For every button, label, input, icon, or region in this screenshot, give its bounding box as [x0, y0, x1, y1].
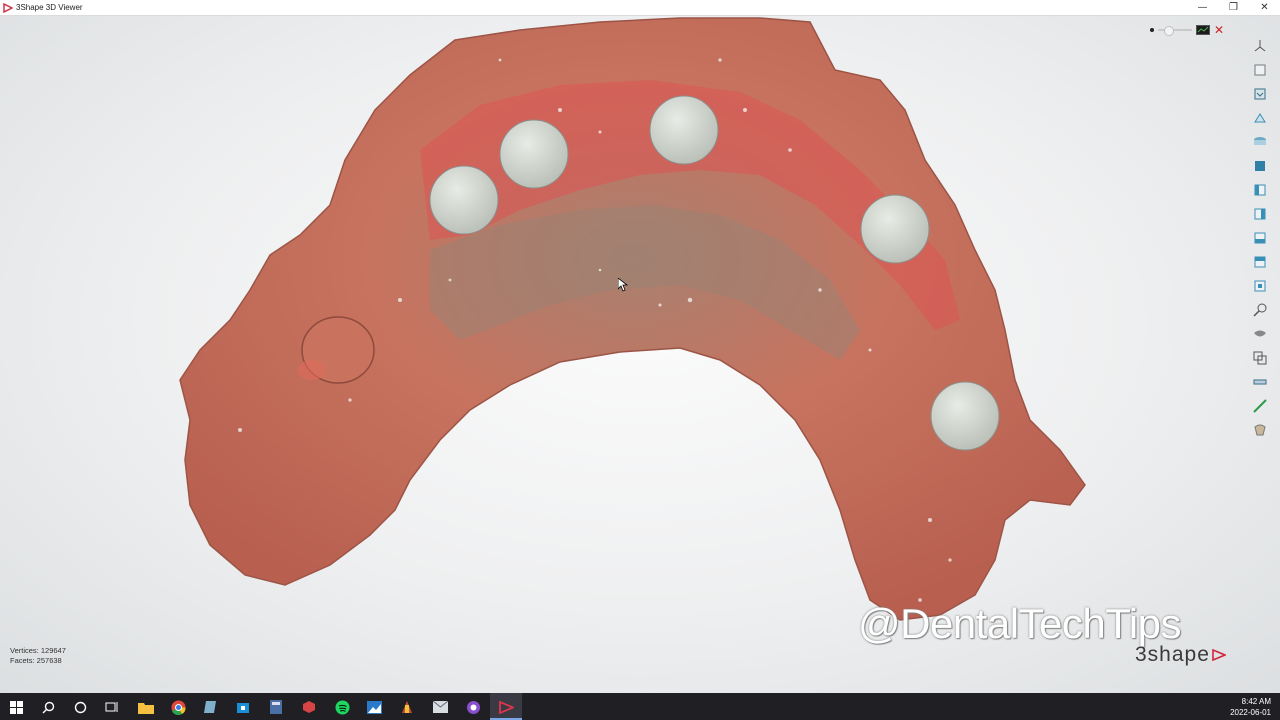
app-cube-icon[interactable] — [299, 697, 319, 717]
spotify-icon[interactable] — [332, 697, 352, 717]
shading-icon[interactable] — [1250, 324, 1270, 344]
brand-logo: 3shape — [1135, 643, 1226, 667]
view-front-icon[interactable] — [1250, 60, 1270, 80]
view-box-2-icon[interactable] — [1250, 276, 1270, 296]
file-explorer-icon[interactable] — [136, 697, 156, 717]
dental-arch-model[interactable] — [0, 16, 1280, 693]
cortana-icon[interactable] — [70, 697, 90, 717]
scan-body-2[interactable] — [499, 119, 569, 189]
screenshot-icon[interactable] — [1196, 25, 1210, 35]
mesh-stats: Vertices: 129647 Facets: 257638 — [10, 646, 66, 666]
texture-icon[interactable] — [1250, 420, 1270, 440]
zoom-search-icon[interactable] — [1250, 300, 1270, 320]
notes-icon[interactable] — [200, 697, 220, 717]
3shape-logo-icon — [3, 2, 13, 13]
calculator-icon[interactable] — [266, 697, 286, 717]
facets-count: Facets: 257638 — [10, 656, 62, 665]
mail-icon[interactable] — [430, 697, 450, 717]
light-dot-icon — [1150, 28, 1154, 32]
title-bar: 3Shape 3D Viewer — ❐ ✕ — [0, 0, 1280, 16]
taskbar-clock[interactable]: 8:42 AM 2022-06-01 — [1230, 696, 1271, 718]
lighting-slider[interactable] — [1158, 26, 1192, 36]
photos-icon[interactable] — [364, 697, 384, 717]
vertices-count: Vertices: 129647 — [10, 646, 66, 655]
scan-body-5[interactable] — [930, 381, 1000, 451]
chrome-icon[interactable] — [168, 697, 188, 717]
viewer-top-controls: ✕ — [1150, 24, 1224, 36]
scan-body-4[interactable] — [860, 194, 930, 264]
view-box-alt-icon[interactable] — [1250, 252, 1270, 272]
view-back-icon[interactable] — [1250, 84, 1270, 104]
view-right-icon[interactable] — [1250, 180, 1270, 200]
minimize-button[interactable]: — — [1187, 0, 1218, 15]
task-view-icon[interactable] — [102, 697, 122, 717]
view-top-icon[interactable] — [1250, 108, 1270, 128]
socket-shadow — [298, 360, 326, 380]
clock-time: 8:42 AM — [1241, 697, 1271, 706]
channel-watermark: @DentalTechTips — [858, 600, 1182, 647]
store-icon[interactable] — [233, 697, 253, 717]
view-box-icon[interactable] — [1250, 228, 1270, 248]
3shape-triangle-icon — [1212, 649, 1226, 661]
view-left-icon[interactable] — [1250, 156, 1270, 176]
scan-body-1[interactable] — [429, 165, 499, 235]
view-toolbar — [1250, 36, 1272, 444]
scan-body-3[interactable] — [649, 95, 719, 165]
slider-knob[interactable] — [1164, 26, 1174, 36]
view-bottom-icon[interactable] — [1250, 132, 1270, 152]
view-iso-icon[interactable] — [1250, 204, 1270, 224]
brand-text: 3shape — [1135, 643, 1210, 666]
viewer-close-icon[interactable]: ✕ — [1214, 24, 1224, 36]
app-ring-icon[interactable] — [463, 697, 483, 717]
3d-tool-icon[interactable] — [397, 697, 417, 717]
clock-date: 2022-06-01 — [1230, 708, 1271, 717]
3d-viewport[interactable]: ✕ — [0, 16, 1280, 693]
windows-taskbar: 8:42 AM 2022-06-01 — [0, 693, 1280, 720]
restore-button[interactable]: ❐ — [1218, 0, 1249, 15]
search-icon[interactable] — [38, 697, 58, 717]
3shape-viewer-icon[interactable] — [496, 697, 516, 717]
window-controls: — ❐ ✕ — [1187, 0, 1280, 15]
cross-section-icon[interactable] — [1250, 396, 1270, 416]
window-title: 3Shape 3D Viewer — [16, 3, 83, 12]
view-perspective-icon[interactable] — [1250, 36, 1270, 56]
start-icon[interactable] — [6, 697, 26, 717]
measure-icon[interactable] — [1250, 372, 1270, 392]
close-button[interactable]: ✕ — [1249, 0, 1280, 15]
mouse-cursor-icon — [618, 278, 628, 292]
transparency-icon[interactable] — [1250, 348, 1270, 368]
